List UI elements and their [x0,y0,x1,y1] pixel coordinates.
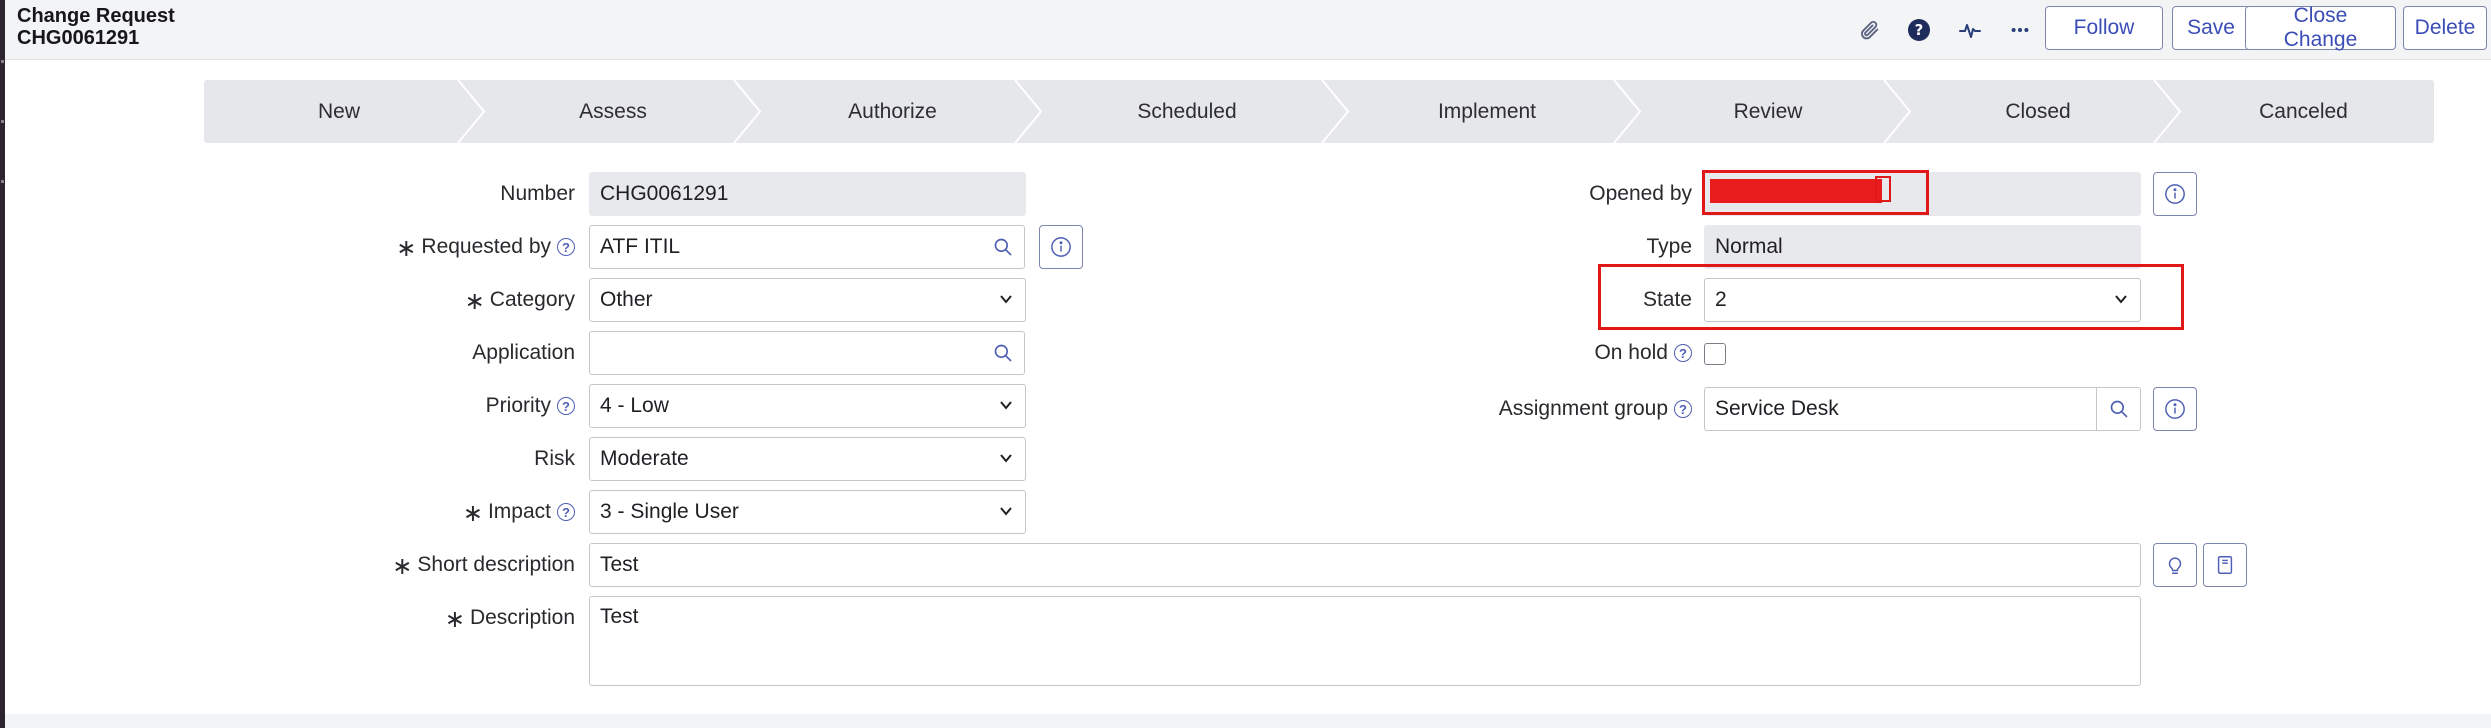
flow-separator [1883,80,1912,143]
chevron-down-icon [2115,295,2127,304]
chevron-down-icon [1000,401,1012,410]
help-icon[interactable]: ? [1903,14,1935,46]
record-number-title: CHG0061291 [17,27,140,49]
assignment-group-info-button[interactable] [2153,387,2197,431]
flow-separator [1613,80,1642,143]
flow-stage-new: New [317,99,360,123]
activity-icon[interactable] [1954,14,1986,46]
info-icon [1051,237,1071,257]
help-icon[interactable]: ? [1674,400,1692,418]
category-select[interactable]: Other [589,278,1026,322]
flow-stage-authorize: Authorize [848,99,937,123]
required-marker: ∗ [462,499,483,527]
description-textarea[interactable]: Test [589,596,2141,686]
state-label: State [1642,288,1692,311]
short-description-label: ∗ Short description [392,552,575,580]
flow-stage-closed: Closed [2005,99,2071,123]
lightbulb-icon [2168,557,2182,574]
description-label: ∗ Description [444,605,575,633]
svg-text:?: ? [1915,21,1924,39]
assignment-group-input[interactable]: Service Desk [1704,387,2097,431]
required-marker: ∗ [392,552,413,580]
required-marker: ∗ [464,287,485,315]
window-edge [0,0,5,728]
help-icon[interactable]: ? [557,397,575,415]
short-description-input[interactable]: Test [589,543,2141,587]
opened-by-label: Opened by [1589,182,1692,205]
chevron-down-icon [1000,454,1012,463]
flow-stage-review: Review [1733,99,1803,123]
process-flow: New Assess Authorize Scheduled Implement… [204,80,2434,143]
requested-by-input[interactable]: ATF ITIL [589,225,982,269]
number-field: CHG0061291 [589,172,1026,216]
form-header: Change Request CHG0061291 ? Follow Save … [5,0,2491,60]
record-type-title: Change Request [17,5,175,27]
record-title: Change Request CHG0061291 [17,5,175,49]
paperclip-icon[interactable] [1854,14,1886,46]
more-icon[interactable] [2004,14,2036,46]
category-label: ∗ Category [464,287,575,315]
type-field: Normal [1704,225,2141,269]
info-icon [2165,399,2185,419]
flow-stage-scheduled: Scheduled [1137,99,1237,123]
impact-label: ∗ Impact ? [300,492,575,532]
search-icon [2110,400,2127,418]
flow-separator [733,80,762,143]
priority-label: Priority ? [300,386,575,426]
template-button[interactable] [2203,543,2247,587]
search-icon [994,344,1011,362]
flow-separator [2153,80,2182,143]
search-icon [994,238,1011,256]
book-icon [2217,556,2233,574]
number-label: Number [500,182,575,205]
form-footer-band [5,714,2491,728]
on-hold-checkbox[interactable] [1704,343,1726,365]
application-lookup-button[interactable] [981,331,1025,375]
assignment-group-label: Assignment group ? [1480,389,1692,429]
flow-separator [1321,80,1350,143]
suggestion-button[interactable] [2153,543,2197,587]
assignment-group-lookup-button[interactable] [2097,387,2141,431]
requested-by-info-button[interactable] [1039,225,1083,269]
flow-stage-assess: Assess [579,99,647,123]
save-button[interactable]: Save [2172,6,2250,50]
help-icon[interactable]: ? [557,503,575,521]
type-label: Type [1646,235,1692,258]
impact-select[interactable]: 3 - Single User [589,490,1026,534]
requested-by-lookup-button[interactable] [981,225,1025,269]
required-marker: ∗ [396,234,417,262]
help-icon[interactable]: ? [557,238,575,256]
required-marker: ∗ [444,605,465,633]
info-icon [2165,184,2185,204]
risk-label: Risk [534,447,575,470]
flow-separator [1014,80,1043,143]
flow-stage-implement: Implement [1437,99,1537,123]
chevron-down-icon [1000,295,1012,304]
redacted-value [1710,179,1882,203]
close-change-button[interactable]: Close Change [2245,4,2396,51]
requested-by-label: ∗ Requested by ? [300,227,575,267]
risk-select[interactable]: Moderate [589,437,1026,481]
follow-button[interactable]: Follow [2045,6,2163,50]
priority-select[interactable]: 4 - Low [589,384,1026,428]
state-select[interactable]: 2 [1704,278,2141,322]
application-input[interactable] [589,331,982,375]
help-icon[interactable]: ? [1674,344,1692,362]
opened-by-info-button[interactable] [2153,172,2197,216]
flow-stage-canceled: Canceled [2259,99,2348,123]
flow-separator [457,80,486,143]
application-label: Application [472,341,575,364]
chevron-down-icon [1000,507,1012,516]
delete-button[interactable]: Delete [2403,6,2487,50]
on-hold-label: On hold ? [1500,333,1692,373]
